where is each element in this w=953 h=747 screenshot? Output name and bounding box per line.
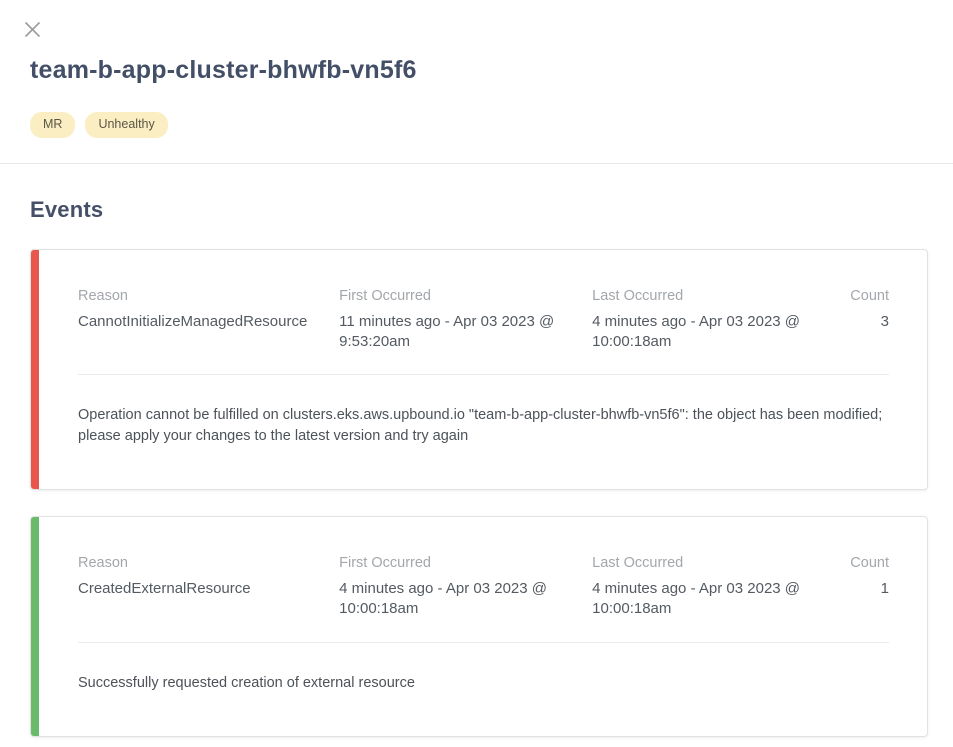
- card-divider: [78, 642, 889, 643]
- count-column-header: Count: [837, 288, 889, 304]
- last-occurred-column-header: Last Occurred: [592, 555, 823, 571]
- last-occurred-column: Last Occurred 4 minutes ago - Apr 03 202…: [592, 288, 837, 353]
- health-status-badge: Unhealthy: [85, 112, 167, 138]
- card-divider: [78, 374, 889, 375]
- event-message: Operation cannot be fulfilled on cluster…: [78, 405, 889, 451]
- event-first-occurred: 11 minutes ago - Apr 03 2023 @ 9:53:20am: [339, 312, 578, 353]
- count-column-header: Count: [837, 555, 889, 571]
- first-occurred-column-header: First Occurred: [339, 555, 578, 571]
- first-occurred-column: First Occurred 4 minutes ago - Apr 03 20…: [339, 555, 592, 620]
- events-heading: Events: [30, 197, 928, 223]
- event-card-success: Reason CreatedExternalResource First Occ…: [30, 516, 928, 737]
- reason-column-header: Reason: [78, 288, 325, 304]
- close-icon: [24, 21, 41, 38]
- event-reason: CreatedExternalResource: [78, 579, 325, 599]
- last-occurred-column-header: Last Occurred: [592, 288, 823, 304]
- event-reason: CannotInitializeManagedResource: [78, 312, 325, 332]
- first-occurred-column: First Occurred 11 minutes ago - Apr 03 2…: [339, 288, 592, 353]
- first-occurred-column-header: First Occurred: [339, 288, 578, 304]
- page-title: team-b-app-cluster-bhwfb-vn5f6: [30, 56, 923, 85]
- events-section: Events Reason CannotInitializeManagedRes…: [0, 164, 953, 737]
- count-column: Count 3: [837, 288, 889, 353]
- event-detail-grid: Reason CannotInitializeManagedResource F…: [78, 288, 889, 353]
- event-last-occurred: 4 minutes ago - Apr 03 2023 @ 10:00:18am: [592, 312, 823, 353]
- event-last-occurred: 4 minutes ago - Apr 03 2023 @ 10:00:18am: [592, 579, 823, 620]
- event-count: 3: [837, 312, 889, 332]
- event-card-content: Reason CannotInitializeManagedResource F…: [39, 250, 927, 490]
- badge-row: MR Unhealthy: [30, 112, 923, 138]
- close-button[interactable]: [22, 19, 42, 39]
- event-first-occurred: 4 minutes ago - Apr 03 2023 @ 10:00:18am: [339, 579, 578, 620]
- event-status-bar: [31, 517, 39, 736]
- resource-kind-badge: MR: [30, 112, 75, 138]
- event-status-bar: [31, 250, 39, 490]
- event-count: 1: [837, 579, 889, 599]
- last-occurred-column: Last Occurred 4 minutes ago - Apr 03 202…: [592, 555, 837, 620]
- reason-column: Reason CannotInitializeManagedResource: [78, 288, 339, 353]
- reason-column: Reason CreatedExternalResource: [78, 555, 339, 620]
- resource-header: team-b-app-cluster-bhwfb-vn5f6 MR Unheal…: [0, 0, 953, 138]
- event-card-error: Reason CannotInitializeManagedResource F…: [30, 249, 928, 491]
- event-card-content: Reason CreatedExternalResource First Occ…: [39, 517, 927, 736]
- event-detail-grid: Reason CreatedExternalResource First Occ…: [78, 555, 889, 620]
- reason-column-header: Reason: [78, 555, 325, 571]
- count-column: Count 1: [837, 555, 889, 620]
- event-message: Successfully requested creation of exter…: [78, 673, 889, 698]
